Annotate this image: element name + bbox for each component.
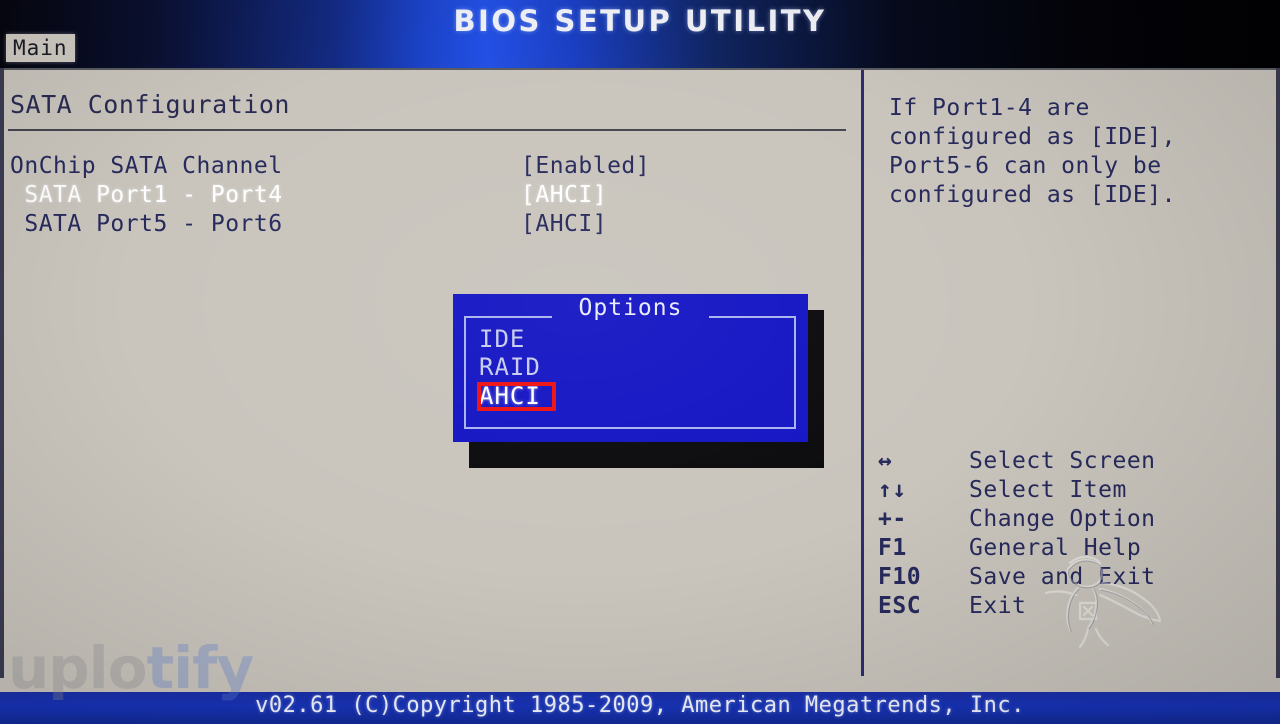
legend-row-select-item: ↑↓ Select Item (864, 476, 1126, 505)
frame-right-border (1276, 68, 1280, 678)
legend-row-save-and-exit: F10 Save and Exit (864, 563, 1155, 592)
bios-setup-screen: BIOS SETUP UTILITY Main SATA Configurati… (0, 0, 1280, 724)
legend-row-exit: ESC Exit (864, 592, 1026, 621)
setting-value[interactable]: [AHCI] (521, 210, 607, 239)
options-dialog-title: Options (578, 295, 683, 321)
setting-value[interactable]: [Enabled] (521, 152, 650, 181)
legend-label: Exit (969, 593, 1027, 619)
tab-main[interactable]: Main (6, 34, 75, 62)
help-pane: If Port1-4 are configured as [IDE], Port… (864, 68, 1276, 678)
legend-label: Select Item (969, 477, 1127, 503)
legend-label: Save and Exit (969, 564, 1156, 590)
option-item-raid[interactable]: RAID (479, 353, 541, 381)
annotation-highlight-box (477, 382, 556, 411)
left-right-arrow-icon: ↔ (878, 448, 893, 474)
legend-label: General Help (969, 535, 1142, 561)
setting-value[interactable]: [AHCI] (521, 181, 607, 210)
option-item-ide[interactable]: IDE (479, 325, 525, 353)
setting-label: OnChip SATA Channel (10, 153, 283, 179)
setting-row-sata-port5-port6[interactable]: SATA Port5 - Port6 [AHCI] (10, 210, 606, 239)
help-text-line: configured as [IDE]. (889, 182, 1176, 208)
legend-row-change-option: +- Change Option (864, 505, 1155, 534)
help-text-line: configured as [IDE], (889, 124, 1176, 150)
esc-key-icon: ESC (878, 593, 922, 619)
legend-label: Select Screen (969, 448, 1156, 474)
legend-row-general-help: F1 General Help (864, 534, 1141, 563)
footer-gap (0, 678, 1280, 692)
legend-label: Change Option (969, 506, 1156, 532)
up-down-arrow-icon: ↑↓ (878, 477, 907, 503)
setting-label: SATA Port5 - Port6 (10, 211, 283, 237)
f1-key-icon: F1 (878, 535, 907, 561)
legend-row-select-screen: ↔ Select Screen (864, 447, 1155, 476)
help-text-line: If Port1-4 are (889, 95, 1090, 121)
setting-row-onchip-sata-channel[interactable]: OnChip SATA Channel [Enabled] (10, 152, 650, 181)
footer-bar: v02.61 (C)Copyright 1985-2009, American … (0, 692, 1280, 724)
f10-key-icon: F10 (878, 564, 922, 590)
tab-bar: Main (0, 34, 1280, 64)
setting-row-sata-port1-port4[interactable]: SATA Port1 - Port4 [AHCI] (10, 181, 606, 210)
help-text-line: Port5-6 can only be (889, 153, 1162, 179)
section-rule (8, 129, 846, 131)
section-title: SATA Configuration (10, 90, 290, 119)
plus-minus-icon: +- (878, 506, 907, 532)
copyright-text: v02.61 (C)Copyright 1985-2009, American … (255, 693, 1025, 718)
page-title: BIOS SETUP UTILITY (453, 4, 827, 38)
setting-label: SATA Port1 - Port4 (10, 182, 283, 208)
